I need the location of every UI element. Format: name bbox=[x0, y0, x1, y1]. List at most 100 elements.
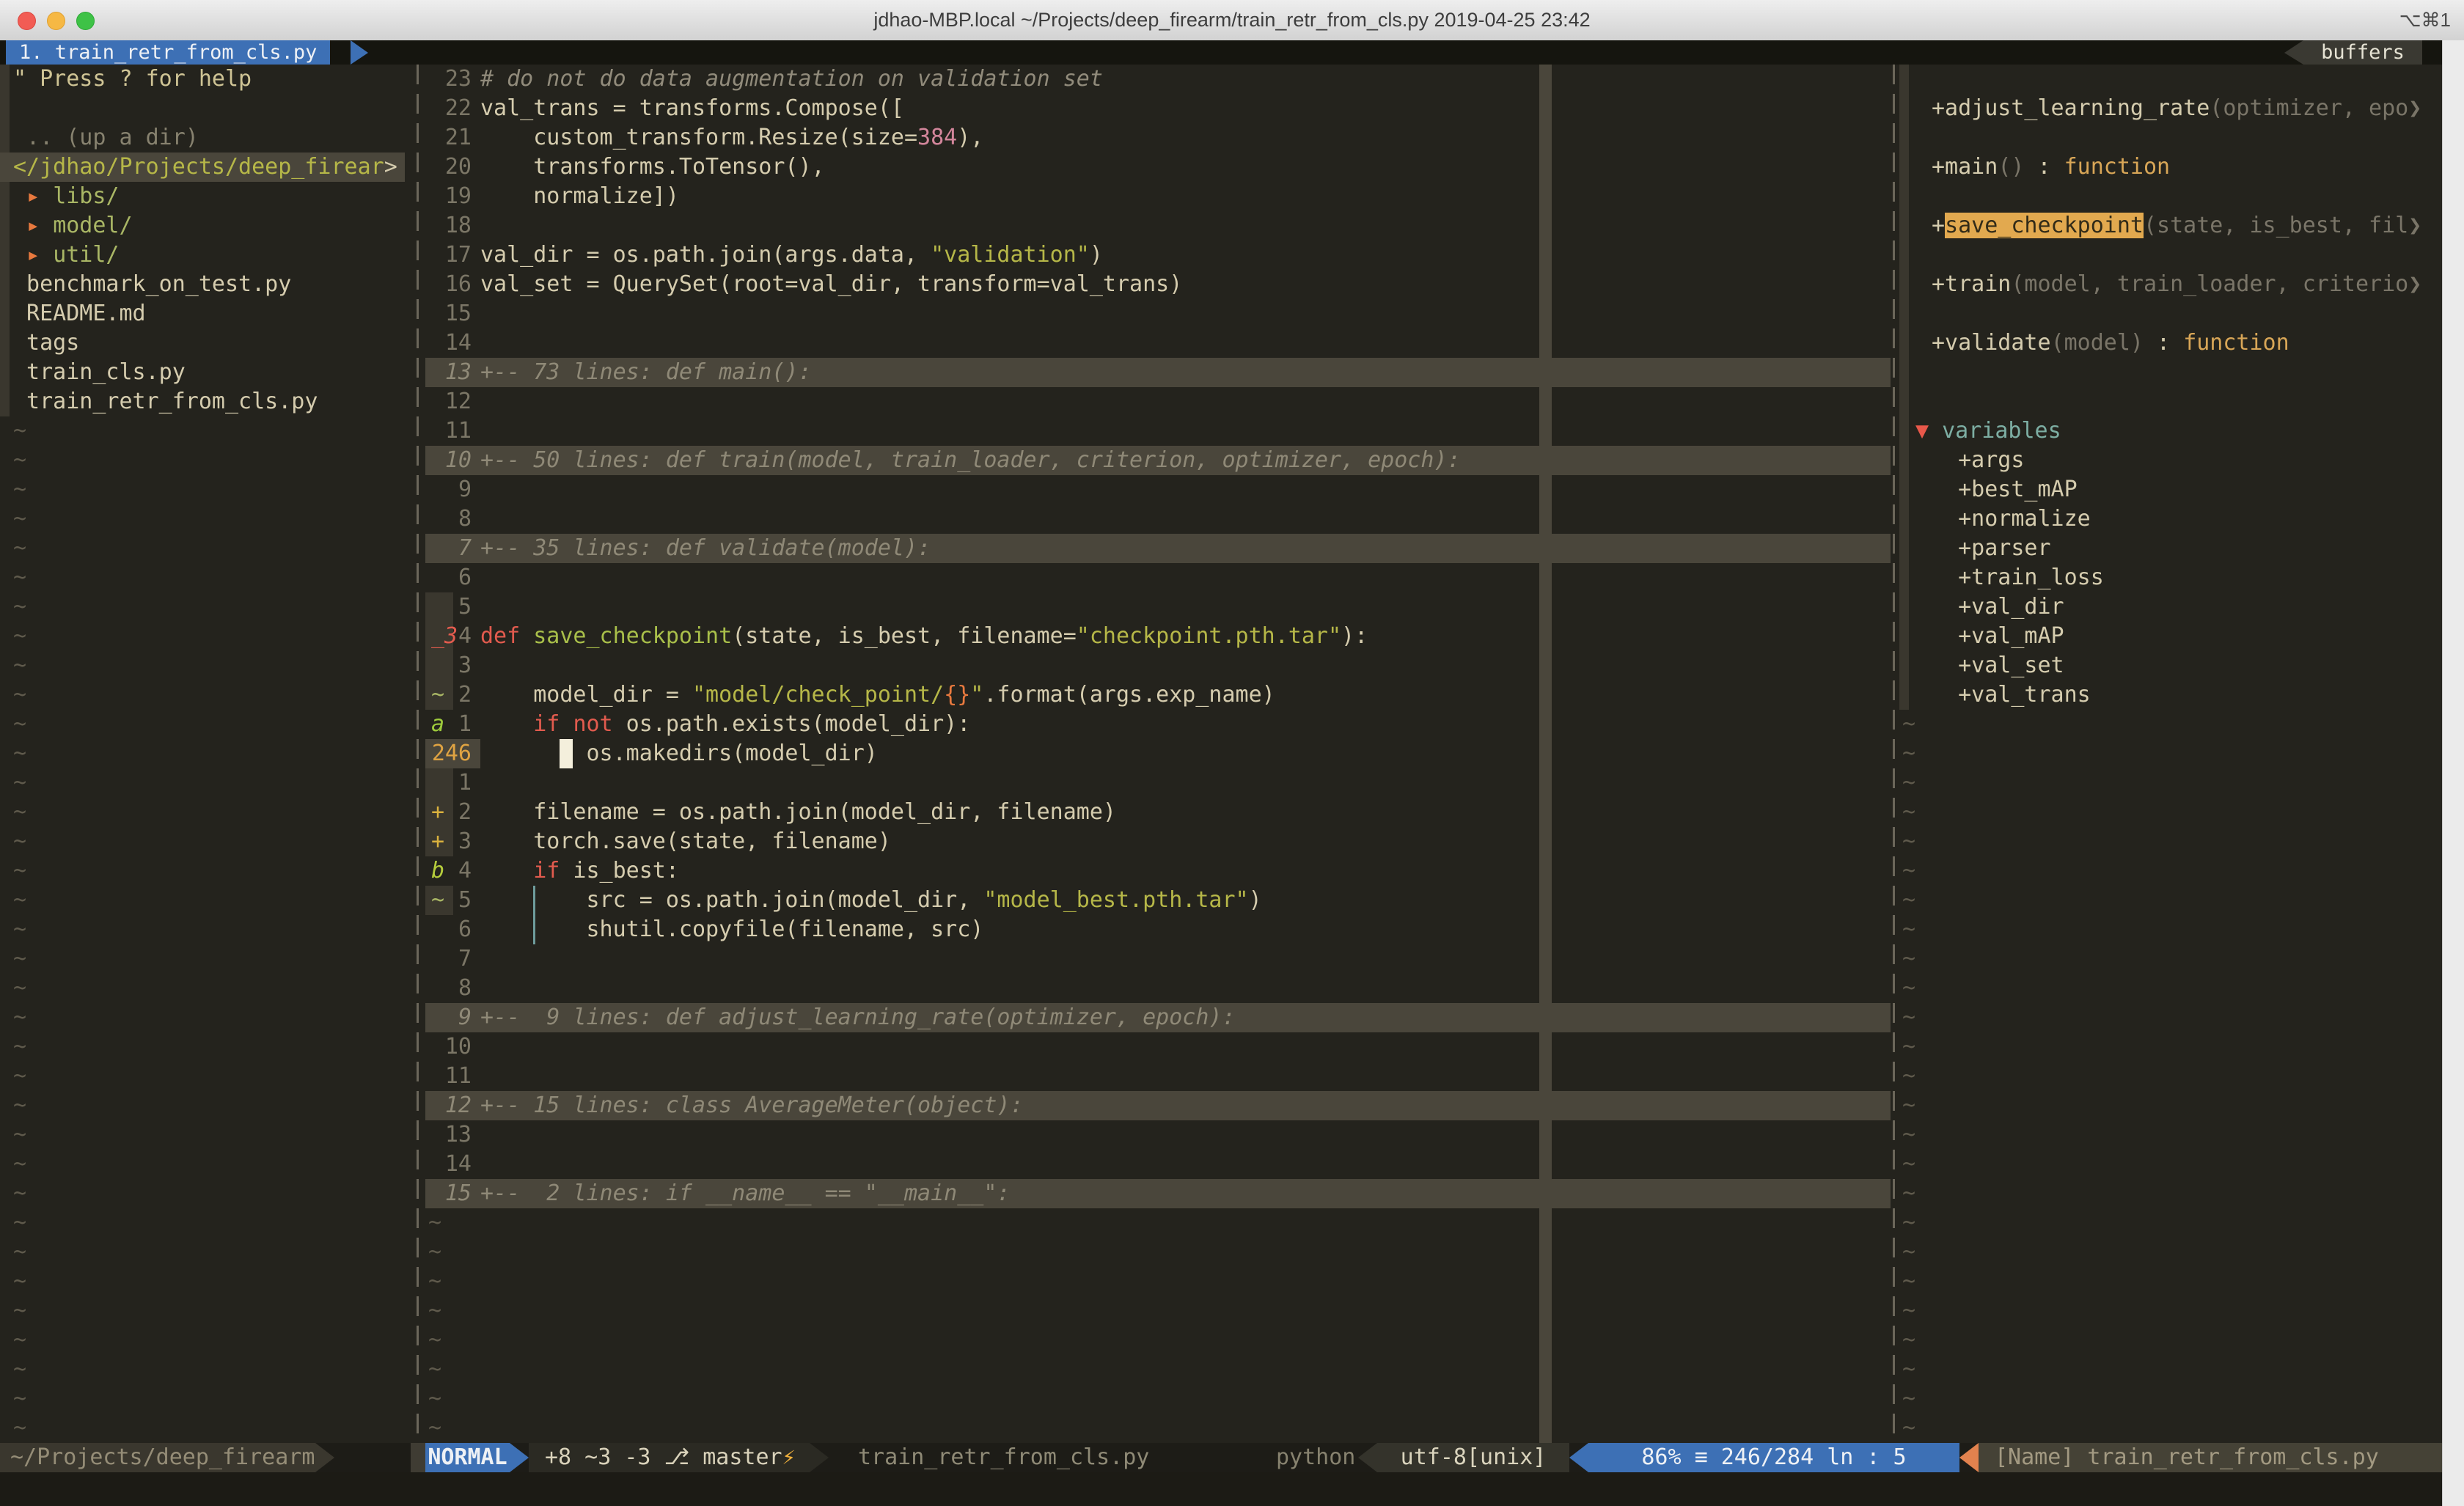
code-line[interactable]: ~5 src = os.path.join(model_dir, "model_… bbox=[425, 886, 1891, 915]
command-line[interactable] bbox=[0, 1472, 2442, 1506]
code-line[interactable]: +2 filename = os.path.join(model_dir, fi… bbox=[425, 798, 1891, 827]
code-line[interactable]: 14 bbox=[425, 328, 1891, 358]
code-line[interactable]: 13 bbox=[425, 1120, 1891, 1150]
tagbar-section-header[interactable]: ▼ variables bbox=[1899, 416, 2442, 446]
tagbar-item[interactable]: +val_mAP bbox=[1899, 622, 2442, 651]
tilde-line: ~ bbox=[0, 1120, 413, 1150]
tree-item[interactable]: README.md bbox=[0, 299, 413, 328]
code-line[interactable]: 19 normalize]) bbox=[425, 182, 1891, 211]
tagbar-item[interactable]: +val_trans bbox=[1899, 680, 2442, 710]
tagbar-item[interactable]: +train_loss bbox=[1899, 563, 2442, 592]
tagbar-item bbox=[1899, 358, 2442, 387]
code-line[interactable]: 9 bbox=[425, 475, 1891, 504]
tilde-line: ~ bbox=[0, 416, 413, 446]
code-line[interactable]: 15 bbox=[425, 299, 1891, 328]
tagbar-item[interactable]: +val_set bbox=[1899, 651, 2442, 680]
code-line[interactable]: 21 custom_transform.Resize(size=384), bbox=[425, 123, 1891, 153]
fold-line[interactable]: 13+-- 73 lines: def main(): bbox=[425, 358, 1891, 387]
code-line[interactable]: _34def save_checkpoint(state, is_best, f… bbox=[425, 622, 1891, 651]
tree-item[interactable]: benchmark_on_test.py bbox=[0, 270, 413, 299]
tilde-line: ~ bbox=[425, 1267, 1891, 1296]
code-line[interactable]: 11 bbox=[425, 416, 1891, 446]
code-line[interactable]: 5 bbox=[425, 592, 1891, 622]
code-line[interactable]: 16val_set = QuerySet(root=val_dir, trans… bbox=[425, 270, 1891, 299]
code-line[interactable]: b4 if is_best: bbox=[425, 856, 1891, 886]
tree-item[interactable]: tags bbox=[0, 328, 413, 358]
code-line[interactable]: 246 os.makedirs(model_dir) bbox=[425, 739, 1891, 768]
tagbar-item[interactable]: +args bbox=[1899, 446, 2442, 475]
code-line[interactable]: +3 torch.save(state, filename) bbox=[425, 827, 1891, 856]
code-line[interactable]: 6 shutil.copyfile(filename, src) bbox=[425, 915, 1891, 944]
code-line[interactable]: 8 bbox=[425, 974, 1891, 1003]
tagbar-item bbox=[1899, 387, 2442, 416]
fold-line[interactable]: 12+-- 15 lines: class AverageMeter(objec… bbox=[425, 1091, 1891, 1120]
git-segment: +8 ~3 -3 ⎇ master⚡ bbox=[529, 1443, 810, 1472]
tree-item[interactable]: ▸ libs/ bbox=[0, 182, 413, 211]
tagbar-item[interactable]: +save_checkpoint(state, is_best, fil❯ bbox=[1899, 211, 2442, 240]
code-line[interactable]: 22val_trans = transforms.Compose([ bbox=[425, 94, 1891, 123]
code-line[interactable]: 17val_dir = os.path.join(args.data, "val… bbox=[425, 240, 1891, 270]
code-line[interactable]: 14 bbox=[425, 1150, 1891, 1179]
fold-line[interactable]: 7+-- 35 lines: def validate(model): bbox=[425, 534, 1891, 563]
tilde-line: ~ bbox=[425, 1208, 1891, 1238]
tagbar-item[interactable]: +adjust_learning_rate(optimizer, epo❯ bbox=[1899, 94, 2442, 123]
tilde-line: ~ bbox=[1899, 739, 2442, 768]
code-line[interactable]: 7 bbox=[425, 944, 1891, 974]
tilde-line: ~ bbox=[425, 1296, 1891, 1326]
code-line[interactable]: 18 bbox=[425, 211, 1891, 240]
tree-item[interactable]: ▸ util/ bbox=[0, 240, 413, 270]
tagbar-item[interactable]: +main() : function bbox=[1899, 153, 2442, 182]
code-line[interactable]: 1 bbox=[425, 768, 1891, 798]
tree-item[interactable]: ▸ model/ bbox=[0, 211, 413, 240]
tree-item[interactable]: </jdhao/Projects/deep_firear> bbox=[0, 153, 413, 182]
fold-line[interactable]: 10+-- 50 lines: def train(model, train_l… bbox=[425, 446, 1891, 475]
tagbar-item bbox=[1899, 182, 2442, 211]
window-title: jdhao-MBP.local ~/Projects/deep_firearm/… bbox=[0, 0, 2464, 40]
tilde-line: ~ bbox=[1899, 1238, 2442, 1267]
buffer-tab-active[interactable]: 1. train_retr_from_cls.py bbox=[6, 40, 330, 65]
scrollbar[interactable] bbox=[2442, 40, 2464, 1506]
fold-line[interactable]: 15+-- 2 lines: if __name__ == "__main__"… bbox=[425, 1179, 1891, 1208]
code-line[interactable]: 12 bbox=[425, 387, 1891, 416]
tilde-line: ~ bbox=[0, 886, 413, 915]
window-separator-right[interactable] bbox=[1893, 65, 1895, 1443]
tilde-line: ~ bbox=[1899, 1120, 2442, 1150]
tagbar-item[interactable]: +train(model, train_loader, criterio❯ bbox=[1899, 270, 2442, 299]
window-separator-left[interactable] bbox=[417, 65, 419, 1443]
tilde-line: ~ bbox=[1899, 1414, 2442, 1443]
tagbar-item[interactable]: +parser bbox=[1899, 534, 2442, 563]
tree-item[interactable]: .. (up a dir) bbox=[0, 123, 413, 153]
encoding-label: utf-8[unix] bbox=[1377, 1443, 1569, 1472]
tilde-line: ~ bbox=[0, 1208, 413, 1238]
tilde-line: ~ bbox=[1899, 1296, 2442, 1326]
code-line[interactable]: a1 if not os.path.exists(model_dir): bbox=[425, 710, 1891, 739]
tilde-line: ~ bbox=[0, 739, 413, 768]
statusline: ~/Projects/deep_firearm NORMAL +8 ~3 -3 … bbox=[0, 1443, 2442, 1472]
tilde-line: ~ bbox=[0, 710, 413, 739]
tree-item[interactable]: " Press ? for help bbox=[0, 65, 413, 94]
tilde-line: ~ bbox=[0, 1150, 413, 1179]
code-line[interactable]: 11 bbox=[425, 1062, 1891, 1091]
tagbar-item[interactable]: +normalize bbox=[1899, 504, 2442, 534]
editor: 23# do not do data augmentation on valid… bbox=[425, 65, 1891, 1443]
code-line[interactable]: 3 bbox=[425, 651, 1891, 680]
tilde-line: ~ bbox=[0, 563, 413, 592]
fold-line[interactable]: 9+-- 9 lines: def adjust_learning_rate(o… bbox=[425, 1003, 1891, 1032]
tagbar-item[interactable]: +best_mAP bbox=[1899, 475, 2442, 504]
titlebar: jdhao-MBP.local ~/Projects/deep_firearm/… bbox=[0, 0, 2464, 41]
code-line[interactable]: 23# do not do data augmentation on valid… bbox=[425, 65, 1891, 94]
code-line[interactable]: 10 bbox=[425, 1032, 1891, 1062]
tree-item[interactable]: train_retr_from_cls.py bbox=[0, 387, 413, 416]
bolt-icon: ⚡ bbox=[782, 1444, 796, 1470]
tagbar-item[interactable]: +val_dir bbox=[1899, 592, 2442, 622]
window-shortcut-badge: ⌥⌘1 bbox=[2399, 0, 2451, 40]
tagbar-item[interactable]: +validate(model) : function bbox=[1899, 328, 2442, 358]
code-line[interactable]: 20 transforms.ToTensor(), bbox=[425, 153, 1891, 182]
tilde-line: ~ bbox=[0, 1355, 413, 1384]
code-line[interactable]: 6 bbox=[425, 563, 1891, 592]
tree-item[interactable]: train_cls.py bbox=[0, 358, 413, 387]
tilde-line: ~ bbox=[1899, 1267, 2442, 1296]
code-line[interactable]: 8 bbox=[425, 504, 1891, 534]
tilde-line: ~ bbox=[0, 974, 413, 1003]
code-line[interactable]: ~2 model_dir = "model/check_point/{}".fo… bbox=[425, 680, 1891, 710]
